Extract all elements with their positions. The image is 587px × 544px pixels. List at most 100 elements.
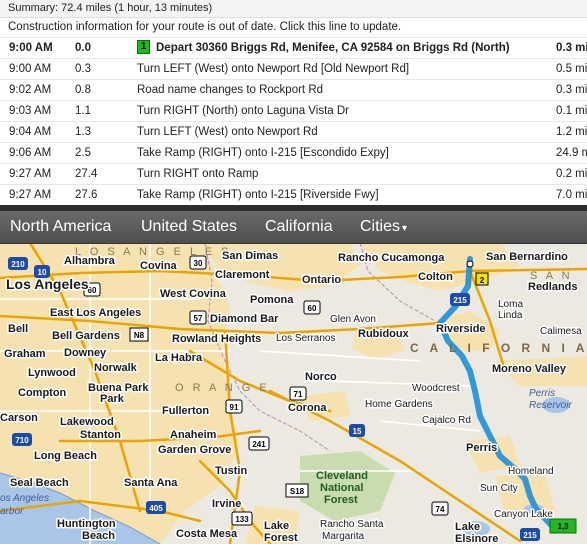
city-downey[interactable]: Downey	[63, 346, 109, 361]
city-rancho-cucamonga[interactable]: Rancho Cucamonga	[337, 251, 447, 266]
breadcrumb-california[interactable]: California	[265, 218, 333, 236]
map-canvas[interactable]: 2 1,3 10 210 30 60 60 71 91 15 215 215 N…	[0, 211, 587, 544]
step-cumulative-distance: 0.8	[75, 84, 91, 96]
breadcrumb-north-america[interactable]: North America	[10, 218, 111, 236]
cities-dropdown[interactable]: Cities ▾	[360, 218, 407, 236]
direction-step[interactable]: 9:00 AM 0.0 1 Depart 30360 Briggs Rd, Men…	[0, 38, 587, 59]
city-fullerton[interactable]: Fullerton	[161, 404, 211, 419]
direction-step[interactable]: 9:03 AM 1.1 Turn RIGHT (North) onto Lagu…	[0, 101, 587, 122]
breadcrumb-united-states[interactable]: United States	[141, 218, 237, 236]
step-cumulative-distance: 0.0	[75, 42, 91, 54]
direction-step[interactable]: 9:00 AM 0.3 Turn LEFT (West) onto Newpor…	[0, 59, 587, 80]
route-71-shield: 71	[289, 386, 307, 401]
svg-text:57: 57	[194, 314, 203, 323]
la-harbor-label-1: os Angeles	[0, 493, 49, 504]
city-claremont[interactable]: Claremont	[214, 268, 272, 283]
city-home-gardens[interactable]: Home Gardens	[364, 398, 435, 412]
city-lakewood[interactable]: Lakewood	[59, 415, 116, 430]
city-lake-elsinore-1[interactable]: Lake	[454, 520, 482, 535]
city-east-los-angeles[interactable]: East Los Angeles	[49, 306, 143, 321]
city-irvine[interactable]: Irvine	[211, 497, 243, 512]
city-san-dimas[interactable]: San Dimas	[221, 249, 280, 264]
construction-update-link[interactable]: Construction information for your route …	[0, 18, 587, 38]
direction-step[interactable]: 9:27 AM 27.4 Turn RIGHT onto Ramp 0.2 mi	[0, 164, 587, 185]
step-time: 9:02 AM	[9, 84, 52, 96]
city-tustin[interactable]: Tustin	[214, 464, 249, 479]
city-los-serranos[interactable]: Los Serranos	[275, 332, 337, 346]
city-glen-avon[interactable]: Glen Avon	[329, 313, 378, 327]
svg-text:S18: S18	[290, 487, 305, 496]
forest-label-line-1: Cleveland	[316, 470, 368, 482]
city-riverside[interactable]: Riverside	[435, 322, 488, 337]
city-graham[interactable]: Graham	[3, 347, 48, 362]
city-alhambra[interactable]: Alhambra	[63, 254, 118, 269]
city-perris[interactable]: Perris	[465, 441, 499, 456]
city-seal-beach[interactable]: Seal Beach	[9, 476, 71, 491]
svg-text:74: 74	[436, 505, 445, 514]
city-bell-gardens[interactable]: Bell Gardens	[51, 329, 122, 344]
city-woodcrest[interactable]: Woodcrest	[411, 382, 462, 396]
route-map[interactable]: 2 1,3 10 210 30 60 60 71 91 15 215 215 N…	[0, 211, 587, 544]
city-santa-ana[interactable]: Santa Ana	[123, 476, 180, 491]
county-route-s18-shield: S18	[285, 483, 309, 498]
city-norwalk[interactable]: Norwalk	[93, 361, 140, 376]
svg-text:133: 133	[235, 515, 249, 524]
city-redlands[interactable]: Redlands	[527, 280, 580, 295]
interstate-15-shield: 15	[349, 424, 365, 437]
city-long-beach[interactable]: Long Beach	[33, 449, 99, 464]
route-241-shield: 241	[248, 436, 270, 451]
city-pomona[interactable]: Pomona	[249, 293, 296, 308]
city-huntington-beach-1[interactable]: Huntington	[56, 517, 118, 532]
city-canyon-lake[interactable]: Canyon Lake	[493, 508, 555, 522]
city-rowland-heights[interactable]: Rowland Heights	[171, 332, 263, 347]
city-norco[interactable]: Norco	[304, 370, 339, 385]
city-lake-elsinore-2[interactable]: Elsinore	[454, 532, 500, 544]
city-calimesa[interactable]: Calimesa	[539, 325, 584, 339]
city-moreno-valley[interactable]: Moreno Valley	[491, 362, 569, 377]
city-diamond-bar[interactable]: Diamond Bar	[209, 312, 281, 327]
direction-step[interactable]: 9:06 AM 2.5 Take Ramp (RIGHT) onto I-215…	[0, 143, 587, 164]
step-distance: 0.3 mi	[556, 84, 587, 96]
city-bell[interactable]: Bell	[7, 322, 30, 337]
step-instruction-text: Take Ramp (RIGHT) onto I-215 [Escondido …	[137, 147, 389, 159]
city-anaheim[interactable]: Anaheim	[169, 428, 219, 443]
city-loma-linda-2[interactable]: Linda	[497, 309, 525, 323]
step-distance: 0.3 mi	[556, 42, 587, 54]
city-stanton[interactable]: Stanton	[79, 428, 123, 443]
step-time: 9:27 AM	[9, 168, 52, 180]
step-instruction-text: Turn LEFT (West) onto Newport Rd	[137, 126, 318, 138]
city-lake-forest-2[interactable]: Forest	[263, 531, 300, 544]
city-huntington-beach-2[interactable]: Beach	[81, 529, 117, 544]
step-time: 9:06 AM	[9, 147, 52, 159]
city-garden-grove[interactable]: Garden Grove	[157, 443, 233, 458]
direction-step[interactable]: 9:27 AM 27.6 Take Ramp (RIGHT) onto I-21…	[0, 185, 587, 206]
step-distance: 7.0 mi	[556, 189, 587, 201]
city-corona[interactable]: Corona	[287, 401, 329, 416]
city-colton[interactable]: Colton	[417, 270, 455, 285]
city-lynwood[interactable]: Lynwood	[27, 366, 78, 381]
city-west-covina-1[interactable]: West Covina	[159, 287, 229, 302]
city-rancho-santa-margarita-2[interactable]: Margarita	[321, 530, 367, 544]
city-rubidoux[interactable]: Rubidoux	[357, 327, 412, 342]
city-sun-city[interactable]: Sun City	[479, 482, 520, 496]
city-buena-park-2[interactable]: Park	[99, 392, 127, 407]
city-costa-mesa[interactable]: Costa Mesa	[175, 527, 240, 542]
city-loma-linda-1[interactable]: Loma	[497, 298, 525, 312]
svg-text:15: 15	[353, 427, 362, 436]
city-compton[interactable]: Compton	[17, 386, 69, 401]
city-san-bernardino[interactable]: San Bernardino	[485, 250, 570, 265]
city-lake-forest-1[interactable]: Lake	[263, 519, 291, 534]
city-ontario[interactable]: Ontario	[301, 273, 343, 288]
direction-step[interactable]: 9:02 AM 0.8 Road name changes to Rockpor…	[0, 80, 587, 101]
city-cajalco-rd[interactable]: Cajalco Rd	[421, 414, 473, 428]
city-los-angeles[interactable]: Los Angeles	[5, 275, 91, 294]
route-waypoint-dot[interactable]	[466, 260, 474, 268]
step-instruction-text: Turn LEFT (West) onto Newport Rd [Old Ne…	[137, 63, 410, 75]
city-covina[interactable]: Covina	[139, 259, 180, 274]
route-133-shield: 133	[231, 511, 253, 526]
city-rancho-santa-margarita-1[interactable]: Rancho Santa	[319, 518, 386, 532]
city-carson[interactable]: Carson	[0, 411, 40, 426]
direction-step[interactable]: 9:04 AM 1.3 Turn LEFT (West) onto Newpor…	[0, 122, 587, 143]
city-la-habra[interactable]: La Habra	[154, 351, 205, 366]
city-homeland[interactable]: Homeland	[507, 465, 556, 479]
